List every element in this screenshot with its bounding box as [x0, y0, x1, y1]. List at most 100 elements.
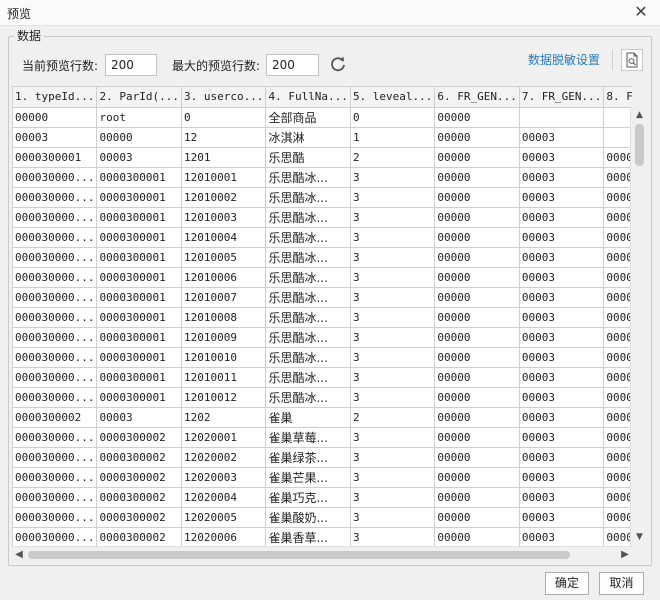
- table-cell[interactable]: [603, 127, 632, 148]
- table-row[interactable]: 000030000... 0000300001 12010009 乐思酷冰... 3 00…: [13, 327, 632, 348]
- table-cell[interactable]: 0000300001: [603, 347, 632, 368]
- table-cell[interactable]: 3: [350, 287, 436, 308]
- table-cell[interactable]: 0000300001: [603, 207, 632, 228]
- table-cell[interactable]: 乐思酷冰...: [265, 227, 351, 248]
- table-cell[interactable]: 000030000...: [13, 267, 98, 288]
- table-cell[interactable]: 乐思酷冰...: [265, 367, 351, 388]
- table-cell[interactable]: 雀巢香草...: [265, 527, 351, 546]
- table-cell[interactable]: 00000: [434, 387, 520, 408]
- table-row[interactable]: 000030000... 0000300001 12010008 乐思酷冰... 3 00…: [13, 307, 632, 328]
- table-cell[interactable]: 乐思酷冰...: [265, 267, 351, 288]
- table-cell[interactable]: 00000: [434, 267, 520, 288]
- table-cell[interactable]: 000030000...: [13, 307, 98, 328]
- table-cell[interactable]: 00003: [519, 467, 605, 488]
- table-row[interactable]: 000030000... 0000300001 12010002 乐思酷冰... 3 00…: [13, 187, 632, 208]
- table-cell[interactable]: 0000300001: [96, 247, 182, 268]
- table-cell[interactable]: 乐思酷冰...: [265, 387, 351, 408]
- table-cell[interactable]: 12010006: [181, 267, 267, 288]
- table-cell[interactable]: 0000300001: [603, 387, 632, 408]
- table-cell[interactable]: 12010007: [181, 287, 267, 308]
- cancel-button[interactable]: 取消: [599, 572, 644, 595]
- table-cell[interactable]: 0000300002: [96, 427, 182, 448]
- table-cell[interactable]: 00003: [96, 147, 182, 168]
- table-cell[interactable]: 0000300001: [96, 307, 182, 328]
- table-cell[interactable]: 000030000...: [13, 187, 98, 208]
- table-cell[interactable]: 0000300002: [603, 427, 632, 448]
- table-cell[interactable]: 3: [350, 447, 436, 468]
- table-cell[interactable]: 00003: [519, 207, 605, 228]
- table-cell[interactable]: 乐思酷冰...: [265, 287, 351, 308]
- table-cell[interactable]: 0: [181, 107, 267, 128]
- table-row[interactable]: 000030000... 0000300001 12010001 乐思酷冰... 3 00…: [13, 167, 632, 188]
- table-cell[interactable]: 雀巢草莓...: [265, 427, 351, 448]
- table-cell[interactable]: 000030000...: [13, 447, 98, 468]
- table-cell[interactable]: 00003: [519, 287, 605, 308]
- table-cell[interactable]: 0000300002: [96, 507, 182, 528]
- table-cell[interactable]: 00003: [519, 367, 605, 388]
- table-cell[interactable]: 000030000...: [13, 287, 98, 308]
- table-cell[interactable]: 000030000...: [13, 327, 98, 348]
- data-grid[interactable]: 1. typeId... 2. ParId(... 3. userco... 4. F…: [12, 86, 632, 546]
- column-header[interactable]: 7. FR_GEN...: [519, 87, 605, 108]
- table-cell[interactable]: 00003: [519, 187, 605, 208]
- table-cell[interactable]: 0000300001: [13, 147, 98, 168]
- table-cell[interactable]: 00003: [519, 527, 605, 546]
- table-cell[interactable]: 12020006: [181, 527, 267, 546]
- column-header[interactable]: 1. typeId...: [13, 87, 98, 108]
- table-cell[interactable]: 00000: [434, 407, 520, 428]
- table-cell[interactable]: 3: [350, 347, 436, 368]
- table-cell[interactable]: 00003: [96, 407, 182, 428]
- chevron-left-icon[interactable]: ◀: [12, 547, 26, 563]
- table-row[interactable]: 000030000... 0000300002 12020001 雀巢草莓... 3 00…: [13, 427, 632, 448]
- vertical-scroll-thumb[interactable]: [635, 124, 644, 166]
- table-cell[interactable]: 0000300001: [603, 327, 632, 348]
- table-row[interactable]: 000030000... 0000300001 12010007 乐思酷冰... 3 00…: [13, 287, 632, 308]
- table-cell[interactable]: 3: [350, 267, 436, 288]
- table-cell[interactable]: 雀巢绿茶...: [265, 447, 351, 468]
- table-cell[interactable]: 12010002: [181, 187, 267, 208]
- table-cell[interactable]: 3: [350, 187, 436, 208]
- table-cell[interactable]: 3: [350, 227, 436, 248]
- table-cell[interactable]: 00000: [434, 147, 520, 168]
- table-cell[interactable]: 0000300002: [603, 447, 632, 468]
- table-row[interactable]: 000030000... 0000300001 12010011 乐思酷冰... 3 00…: [13, 367, 632, 388]
- table-cell[interactable]: 雀巢巧克...: [265, 487, 351, 508]
- table-cell[interactable]: 12020004: [181, 487, 267, 508]
- table-cell[interactable]: 0000300001: [96, 347, 182, 368]
- table-cell[interactable]: 00003: [519, 507, 605, 528]
- column-header[interactable]: 2. ParId(...: [96, 87, 182, 108]
- table-cell[interactable]: 乐思酷冰...: [265, 347, 351, 368]
- table-cell[interactable]: 0000300002: [603, 407, 632, 428]
- table-cell[interactable]: 0000300001: [603, 307, 632, 328]
- horizontal-scroll-thumb[interactable]: [28, 551, 570, 559]
- table-cell[interactable]: 乐思酷冰...: [265, 207, 351, 228]
- table-cell[interactable]: 12010008: [181, 307, 267, 328]
- table-cell[interactable]: 00000: [434, 507, 520, 528]
- table-row[interactable]: 000030000... 0000300002 12020002 雀巢绿茶... 3 00…: [13, 447, 632, 468]
- table-cell[interactable]: 12: [181, 127, 267, 148]
- table-cell[interactable]: 0000300001: [96, 267, 182, 288]
- table-cell[interactable]: 1202: [181, 407, 267, 428]
- table-cell[interactable]: 00000: [434, 447, 520, 468]
- table-cell[interactable]: 全部商品: [265, 107, 351, 128]
- table-cell[interactable]: 00003: [13, 127, 98, 148]
- table-cell[interactable]: 00000: [434, 227, 520, 248]
- table-cell[interactable]: 3: [350, 307, 436, 328]
- table-cell[interactable]: 3: [350, 327, 436, 348]
- table-cell[interactable]: 冰淇淋: [265, 127, 351, 148]
- table-row[interactable]: 000030000... 0000300001 12010004 乐思酷冰... 3 00…: [13, 227, 632, 248]
- table-cell[interactable]: 12010005: [181, 247, 267, 268]
- table-cell[interactable]: 000030000...: [13, 427, 98, 448]
- table-cell[interactable]: 000030000...: [13, 507, 98, 528]
- table-row[interactable]: 000030000... 0000300001 12010005 乐思酷冰... 3 00…: [13, 247, 632, 268]
- table-cell[interactable]: 00003: [519, 427, 605, 448]
- table-cell[interactable]: 12020002: [181, 447, 267, 468]
- table-cell[interactable]: 00000: [434, 107, 520, 128]
- table-cell[interactable]: 3: [350, 427, 436, 448]
- refresh-icon[interactable]: [329, 55, 347, 73]
- table-cell[interactable]: 00003: [519, 447, 605, 468]
- table-cell[interactable]: [519, 107, 605, 128]
- table-cell[interactable]: 3: [350, 247, 436, 268]
- table-cell[interactable]: 2: [350, 147, 436, 168]
- table-cell[interactable]: 0000300002: [603, 507, 632, 528]
